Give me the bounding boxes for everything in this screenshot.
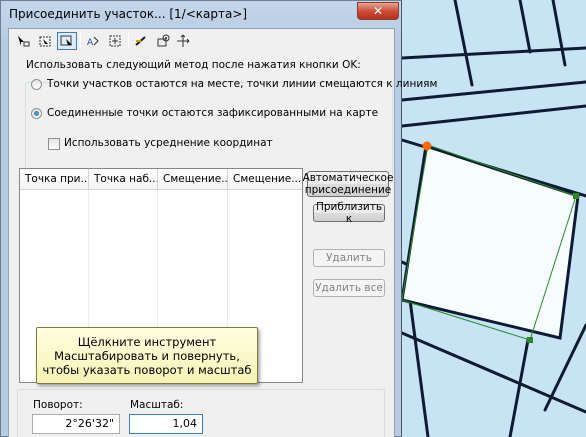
- option-fixed-radio[interactable]: [31, 108, 42, 119]
- auto-join-button[interactable]: Автоматическое присоединение: [303, 171, 393, 197]
- column-header[interactable]: Смещение...: [228, 169, 302, 190]
- join-parcel-dialog: Присоединить участок... [1/<карта>] ✕ A: [0, 0, 437, 437]
- vertex-handle: [573, 193, 579, 199]
- delete-button[interactable]: Удалить: [313, 249, 385, 267]
- zoom-fit-icon[interactable]: [105, 32, 125, 50]
- svg-text:A: A: [87, 38, 94, 48]
- title-bar[interactable]: Присоединить участок... [1/<карта>] ✕: [1, 1, 401, 27]
- delete-all-button[interactable]: Удалить все: [313, 279, 385, 297]
- zoom-to-button[interactable]: Приблизить к: [313, 201, 385, 225]
- selected-point-marker: [422, 141, 432, 151]
- column-header[interactable]: Точка при...: [20, 169, 89, 190]
- method-heading: Использовать следующий метод после нажат…: [26, 59, 361, 71]
- scale-field[interactable]: 1,04: [129, 414, 203, 434]
- average-coordinates-label[interactable]: Использовать усреднение координат: [64, 137, 273, 149]
- method-group: [25, 82, 393, 182]
- toolbar-separator: [128, 33, 129, 49]
- select-points-icon[interactable]: [35, 32, 55, 50]
- window-title: Присоединить участок... [1/<карта>]: [9, 7, 248, 21]
- auto-join-icon[interactable]: A: [83, 32, 103, 50]
- move-parcel-icon[interactable]: [13, 32, 33, 50]
- option-snap-radio[interactable]: [31, 79, 42, 90]
- vertex-handle: [527, 337, 533, 343]
- option-fixed-label[interactable]: Соединенные точки остаются зафиксированн…: [47, 107, 378, 119]
- scale-label: Масштаб:: [130, 399, 184, 411]
- column-header[interactable]: Смещение...: [158, 169, 228, 190]
- toolbar-separator: [80, 33, 81, 49]
- close-icon: ✕: [372, 4, 384, 18]
- column-header[interactable]: Точка наб...: [89, 169, 158, 190]
- add-link-icon[interactable]: [131, 32, 151, 50]
- close-button[interactable]: ✕: [357, 2, 399, 20]
- pan-icon[interactable]: [173, 32, 193, 50]
- rotation-field[interactable]: 2°26'32": [32, 414, 120, 434]
- option-snap-label[interactable]: Точки участков остаются на месте, точки …: [47, 78, 437, 90]
- tooltip: Щёлкните инструмент Масштабировать и пов…: [36, 327, 258, 384]
- rotation-label: Поворот:: [33, 399, 83, 411]
- settings-icon[interactable]: [153, 32, 173, 50]
- select-link-icon[interactable]: [57, 32, 77, 50]
- tooltip-text: Щёлкните инструмент Масштабировать и пов…: [42, 335, 252, 377]
- average-coordinates-checkbox[interactable]: [48, 138, 60, 150]
